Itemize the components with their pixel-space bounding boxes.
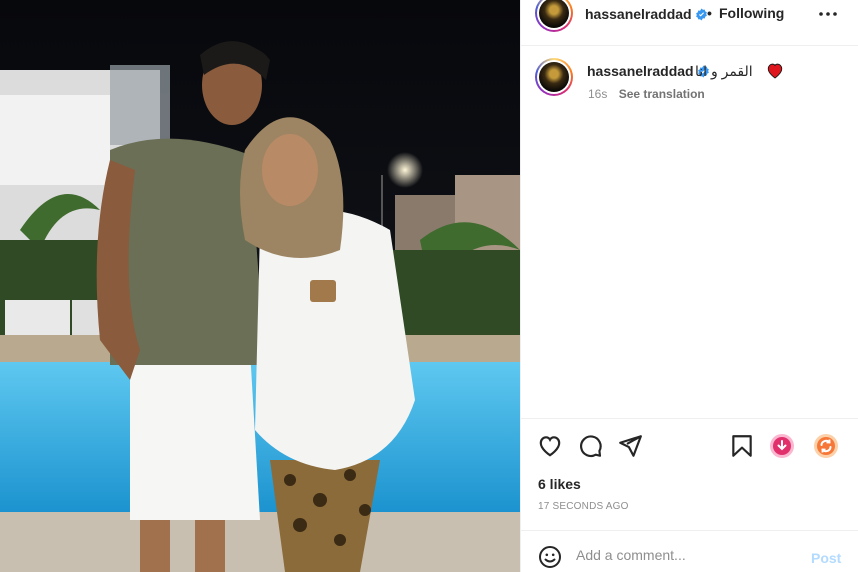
comment-bar: Post: [521, 530, 858, 572]
see-translation-link[interactable]: See translation: [619, 87, 705, 101]
download-extension-icon[interactable]: [769, 433, 795, 459]
comment-icon[interactable]: [577, 433, 603, 459]
bookmark-icon[interactable]: [729, 433, 755, 459]
verified-badge-icon: [695, 8, 707, 21]
follow-separator: •: [707, 5, 712, 21]
post-comment-button[interactable]: Post: [811, 550, 841, 566]
repost-extension-icon[interactable]: [813, 433, 839, 459]
caption-meta: 16s See translation: [588, 87, 705, 101]
author-avatar[interactable]: [535, 0, 573, 32]
following-button[interactable]: Following: [719, 5, 784, 21]
comment-input[interactable]: [576, 547, 796, 563]
post-side-panel: hassanelraddad • Following hassanelradda…: [520, 0, 858, 572]
author-username[interactable]: hassanelraddad: [585, 6, 708, 22]
caption-age: 16s: [588, 87, 608, 101]
caption-author-avatar[interactable]: [535, 58, 573, 96]
post-header: hassanelraddad • Following: [521, 0, 858, 46]
more-options-icon[interactable]: [816, 2, 840, 22]
post-timestamp: 17 SECONDS AGO: [538, 501, 629, 512]
likes-count[interactable]: 6 likes: [538, 476, 581, 492]
post-image: [0, 0, 520, 572]
share-icon[interactable]: [617, 433, 643, 459]
caption-author-username[interactable]: hassanelraddad: [587, 63, 710, 79]
post-actions: [521, 418, 858, 472]
heart-icon[interactable]: [537, 433, 563, 459]
post-photo[interactable]: [0, 0, 520, 572]
caption-text: القمر و انا: [695, 63, 753, 79]
emoji-icon[interactable]: [538, 545, 562, 569]
red-heart-emoji-icon: [767, 63, 783, 79]
